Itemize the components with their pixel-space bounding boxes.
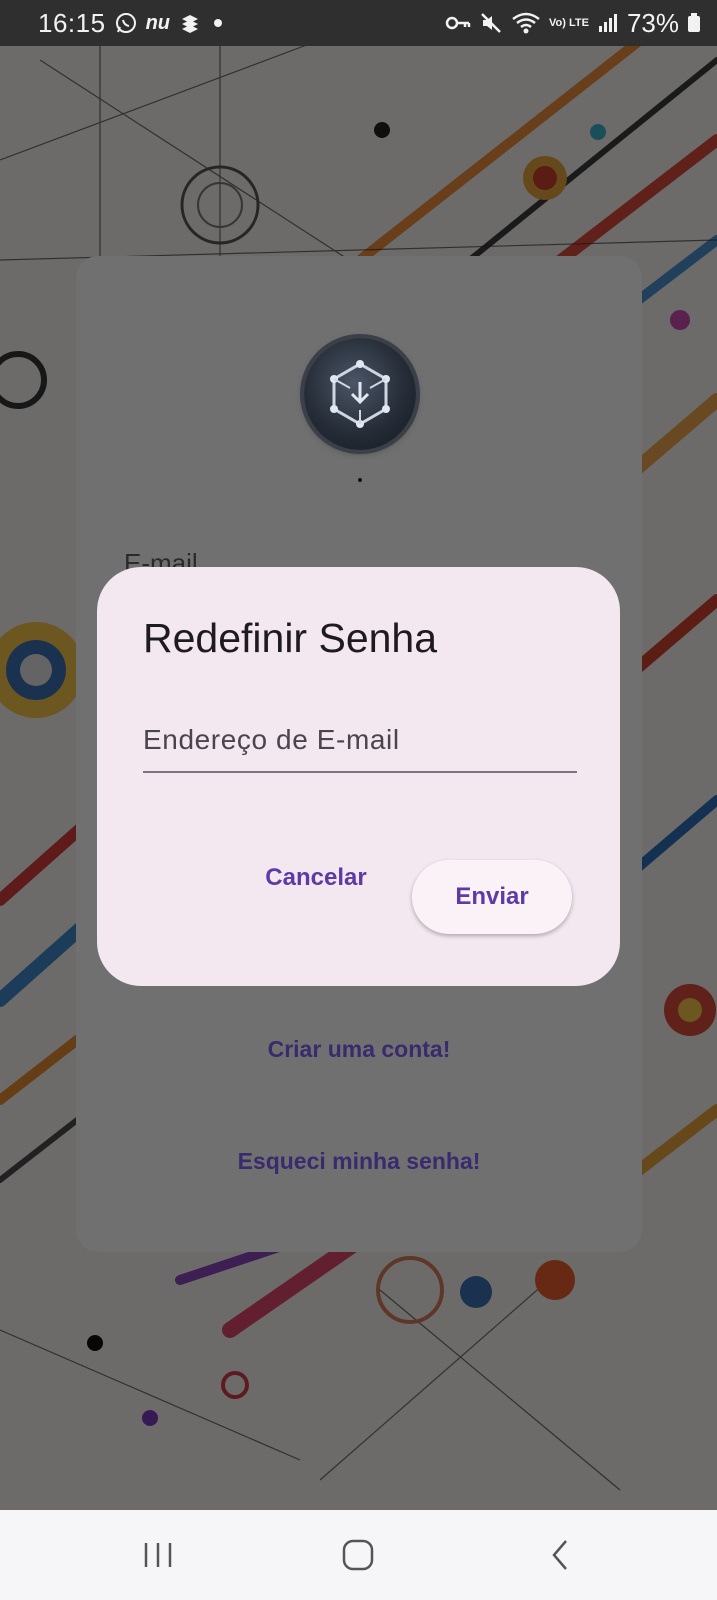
volte-icon: Vo) LTE	[549, 16, 589, 29]
navigation-bar	[0, 1510, 717, 1600]
status-time: 16:15	[38, 7, 106, 38]
dialog-title: Redefinir Senha	[143, 615, 438, 661]
cancel-button[interactable]: Cancelar	[251, 853, 381, 903]
mute-icon	[479, 11, 503, 35]
create-account-link[interactable]: Criar uma conta!	[76, 1036, 642, 1063]
email-field	[143, 701, 577, 773]
home-icon	[342, 1539, 374, 1571]
app-logo	[304, 338, 416, 450]
battery-percentage: 73%	[626, 7, 679, 38]
wifi-icon	[511, 11, 541, 35]
forgot-password-link[interactable]: Esqueci minha senha!	[76, 1148, 642, 1175]
recent-apps-icon	[144, 1543, 172, 1567]
reset-password-dialog: Redefinir Senha Cancelar Enviar	[97, 567, 620, 986]
vpn-key-icon	[445, 13, 471, 33]
status-bar: 16:15 nu Vo) LTE 73%	[0, 0, 717, 46]
email-input[interactable]	[143, 701, 577, 771]
send-button[interactable]: Enviar	[412, 860, 572, 934]
back-icon	[552, 1540, 567, 1570]
nubank-icon: nu	[145, 11, 171, 34]
back-button[interactable]	[530, 1528, 590, 1582]
decorative-dot	[358, 478, 362, 482]
app-icon	[178, 11, 202, 35]
whatsapp-icon	[114, 11, 138, 35]
recent-apps-button[interactable]	[128, 1528, 188, 1582]
circuit-logo-icon	[330, 360, 390, 428]
signal-icon	[597, 12, 619, 34]
notification-dot-icon	[210, 15, 226, 31]
home-button[interactable]	[328, 1528, 388, 1582]
battery-icon	[687, 12, 701, 34]
